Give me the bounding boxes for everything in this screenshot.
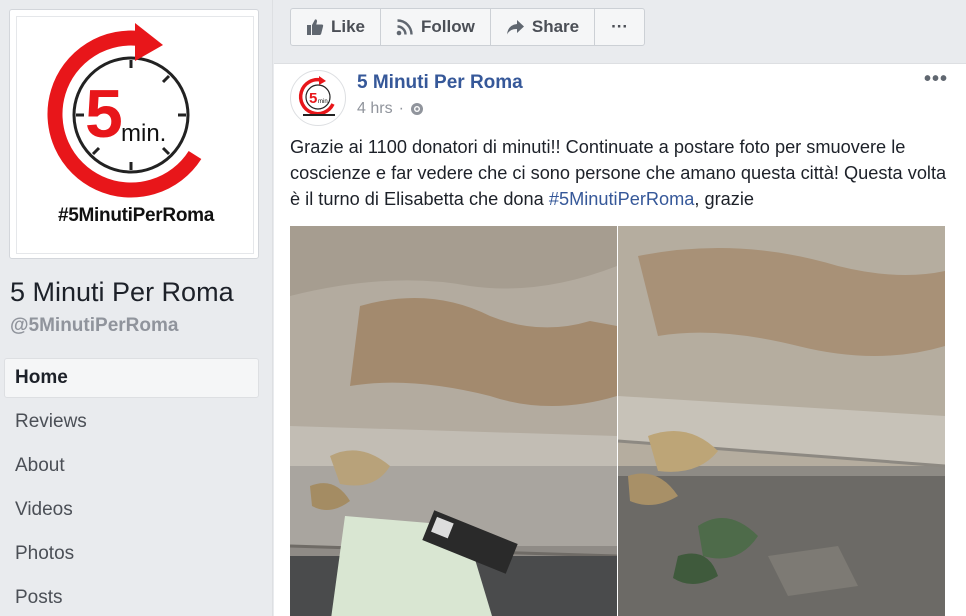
post-timestamp[interactable]: 4 hrs [357, 100, 393, 118]
share-button[interactable]: Share [491, 9, 596, 45]
post-photo-2[interactable] [618, 226, 945, 616]
follow-label: Follow [421, 17, 475, 36]
thumbs-up-icon [307, 19, 324, 35]
avatar-unit: min. [318, 99, 330, 105]
logo-hashtag: #5MinutiPerRoma [58, 205, 214, 226]
profile-picture[interactable]: 5 min. #5MinutiPerRoma [9, 9, 259, 259]
nav-item-home[interactable]: Home [4, 358, 259, 398]
photo-image [290, 226, 617, 616]
column-divider [272, 0, 273, 616]
post-author-link[interactable]: 5 Minuti Per Roma [357, 72, 523, 94]
page-action-bar: Like Follow Share ··· [290, 8, 646, 46]
logo-unit: min. [121, 120, 166, 147]
post-meta: 4 hrs · [357, 100, 424, 118]
post-avatar[interactable]: 5 min. [290, 70, 346, 126]
hashtag-link[interactable]: #5MinutiPerRoma [549, 189, 695, 209]
post-card: 5 min. 5 Minuti Per Roma 4 hrs · ••• Gra… [274, 63, 966, 616]
nav-item-videos[interactable]: Videos [4, 490, 259, 530]
page-title[interactable]: 5 Minuti Per Roma [10, 277, 234, 308]
logo-number: 5 [85, 76, 123, 152]
clock-logo-icon: 5 min. [298, 76, 335, 116]
post-photo-1[interactable] [290, 226, 617, 616]
avatar-number: 5 [309, 90, 317, 107]
like-button[interactable]: Like [291, 9, 382, 45]
post-text-end: , grazie [694, 189, 755, 209]
globe-icon[interactable] [410, 102, 424, 116]
share-label: Share [531, 17, 580, 36]
page-nav: Home Reviews About Videos Photos Posts [4, 358, 259, 616]
nav-item-posts[interactable]: Posts [4, 578, 259, 616]
post-options-icon[interactable]: ••• [924, 68, 948, 91]
meta-separator: · [398, 100, 404, 117]
page-handle[interactable]: @5MinutiPerRoma [10, 315, 178, 337]
profile-logo: 5 min. #5MinutiPerRoma [16, 16, 254, 254]
share-arrow-icon [506, 19, 524, 34]
nav-item-reviews[interactable]: Reviews [4, 402, 259, 442]
nav-item-about[interactable]: About [4, 446, 259, 486]
follow-button[interactable]: Follow [381, 9, 491, 45]
post-message: Grazie ai 1100 donatori di minuti!! Cont… [290, 134, 950, 212]
rss-icon [396, 19, 413, 36]
nav-item-photos[interactable]: Photos [4, 534, 259, 574]
more-button[interactable]: ··· [595, 9, 644, 45]
like-label: Like [331, 17, 366, 36]
photo-image [618, 226, 945, 616]
left-column: 5 min. #5MinutiPerRoma 5 Minuti Per Roma… [0, 0, 273, 616]
more-dots-icon: ··· [611, 17, 629, 36]
